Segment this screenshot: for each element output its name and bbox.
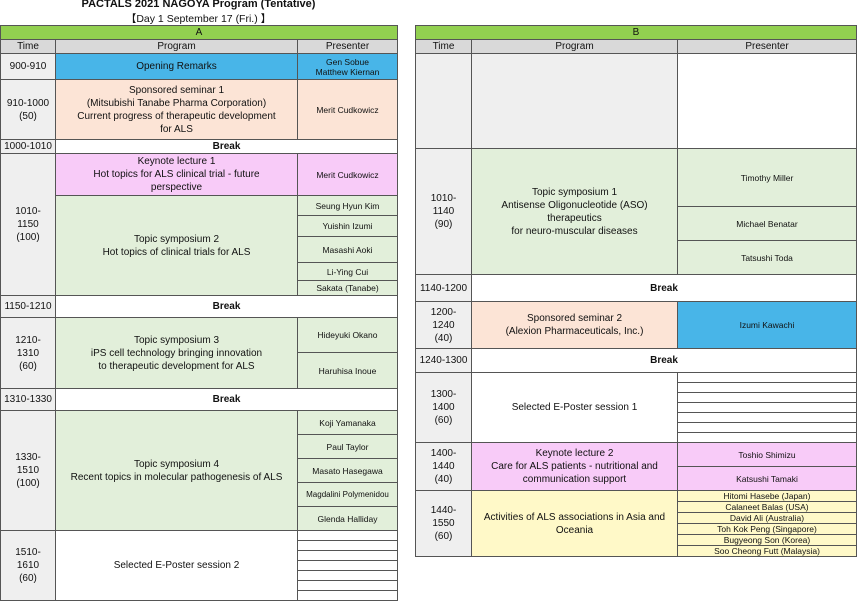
time-cell: 1240-1300: [415, 348, 472, 373]
presenter-empty: [677, 402, 857, 413]
presenter-name: Tatsushi Toda: [677, 240, 857, 275]
time-header: Time: [0, 39, 56, 54]
presenter-name: Merit Cudkowicz: [297, 153, 398, 196]
presenter-header: Presenter: [677, 39, 857, 54]
presenter-name: Li-Ying Cui: [297, 262, 398, 281]
time-cell: 1150-1210: [0, 295, 56, 318]
page-title: PACTALS 2021 NAGOYA Program (Tentative): [81, 0, 316, 10]
presenter-name: Magdalini Polymenidou: [297, 482, 398, 507]
time-cell: 1400- 1440 (40): [415, 442, 472, 491]
presenter-name: Koji Yamanaka: [297, 410, 398, 435]
venue-b-label: B: [415, 25, 857, 40]
time-cell: 1010- 1150 (100): [0, 153, 56, 296]
program-als-associations: Activities of ALS associations in Asia a…: [471, 490, 678, 557]
presenter-name: Paul Taylor: [297, 434, 398, 459]
time-cell: 1440- 1550 (60): [415, 490, 472, 557]
presenter-name: Hitomi Hasebe (Japan): [677, 490, 857, 502]
presenter-empty: [297, 560, 398, 571]
time-cell: 1210- 1310 (60): [0, 317, 56, 389]
presenter-name: Izumi Kawachi: [677, 301, 857, 349]
time-cell: 1000-1010: [0, 139, 56, 154]
presenter-name: Calaneet Balas (USA): [677, 501, 857, 513]
presenter-name: Gen Sobue: [325, 56, 369, 67]
venue-b-schedule: B Time Program Presenter 1010- 1140 (90)…: [415, 25, 857, 557]
program-topic-symposium-1: Topic symposium 1 Antisense Oligonucleot…: [471, 148, 678, 275]
presenter-name: Sakata (Tanabe): [297, 280, 398, 296]
break-row: Break: [55, 295, 398, 318]
presenter-name: Katsushi Tamaki: [677, 466, 857, 491]
time-cell: 900-910: [0, 53, 56, 80]
program-empty: [471, 53, 678, 149]
program-header: Program: [471, 39, 678, 54]
presenter-empty: [677, 422, 857, 433]
presenter-empty: [297, 590, 398, 601]
presenter-empty: [677, 372, 857, 383]
break-row: Break: [55, 139, 398, 154]
break-row: Break: [471, 274, 857, 302]
time-cell: 1510- 1610 (60): [0, 530, 56, 601]
presenter-empty: [297, 540, 398, 551]
time-empty: [415, 53, 472, 149]
program-keynote-lecture-1: Keynote lecture 1 Hot topics for ALS cli…: [55, 153, 298, 196]
time-cell: 1010- 1140 (90): [415, 148, 472, 275]
venue-a-schedule: A Time Program Presenter 900-910 Opening…: [0, 25, 398, 601]
presenter-name: Matthew Kiernan: [315, 66, 380, 77]
presenter-name: Seung Hyun Kim: [297, 195, 398, 216]
presenter-name: Michael Benatar: [677, 206, 857, 241]
presenter-empty: [297, 580, 398, 591]
presenter-name: Toshio Shimizu: [677, 442, 857, 467]
program-sponsored-seminar-2: Sponsored seminar 2 (Alexion Pharmaceuti…: [471, 301, 678, 349]
presenter-empty: [677, 412, 857, 423]
program-topic-symposium-3: Topic symposium 3 iPS cell technology br…: [55, 317, 298, 389]
presenter-empty: [677, 392, 857, 403]
program-e-poster-session-2: Selected E-Poster session 2: [55, 530, 298, 601]
break-row: Break: [471, 348, 857, 373]
presenter-name: Haruhisa Inoue: [297, 352, 398, 389]
time-cell: 1140-1200: [415, 274, 472, 302]
time-cell: 1330- 1510 (100): [0, 410, 56, 531]
presenter-name: David Ali (Australia): [677, 512, 857, 524]
presenter-header: Presenter: [297, 39, 398, 54]
break-row: Break: [55, 388, 398, 411]
presenter-empty: [677, 53, 857, 149]
presenter-name: Masashi Aoki: [297, 236, 398, 263]
venue-a-label: A: [0, 25, 398, 40]
day-subtitle: 【Day 1 September 17 (Fri.) 】: [125, 13, 272, 25]
program-topic-symposium-2: Topic symposium 2 Hot topics of clinical…: [55, 195, 298, 296]
time-cell: 910-1000 (50): [0, 79, 56, 140]
program-keynote-lecture-2: Keynote lecture 2 Care for ALS patients …: [471, 442, 678, 491]
presenter-empty: [297, 530, 398, 541]
presenter-name: Soo Cheong Futt (Malaysia): [677, 545, 857, 557]
presenter-name: Glenda Halliday: [297, 506, 398, 531]
program-topic-symposium-4: Topic symposium 4 Recent topics in molec…: [55, 410, 298, 531]
presenter-empty: [297, 550, 398, 561]
time-cell: 1200- 1240 (40): [415, 301, 472, 349]
program-opening-remarks: Opening Remarks: [55, 53, 298, 80]
time-cell: 1300- 1400 (60): [415, 372, 472, 443]
program-e-poster-session-1: Selected E-Poster session 1: [471, 372, 678, 443]
presenter-name: Timothy Miller: [677, 148, 857, 207]
program-sponsored-seminar-1: Sponsored seminar 1 (Mitsubishi Tanabe P…: [55, 79, 298, 140]
presenter-empty: [297, 570, 398, 581]
time-header: Time: [415, 39, 472, 54]
presenter-empty: [677, 382, 857, 393]
presenter-cell: Gen Sobue Matthew Kiernan: [297, 53, 398, 80]
presenter-name: Masato Hasegawa: [297, 458, 398, 483]
program-header: Program: [55, 39, 298, 54]
presenter-name: Hideyuki Okano: [297, 317, 398, 353]
presenter-name: Yuishin Izumi: [297, 215, 398, 237]
presenter-name: Bugyeong Son (Korea): [677, 534, 857, 546]
time-cell: 1310-1330: [0, 388, 56, 411]
presenter-empty: [677, 432, 857, 443]
presenter-name: Merit Cudkowicz: [297, 79, 398, 140]
presenter-name: Toh Kok Peng (Singapore): [677, 523, 857, 535]
